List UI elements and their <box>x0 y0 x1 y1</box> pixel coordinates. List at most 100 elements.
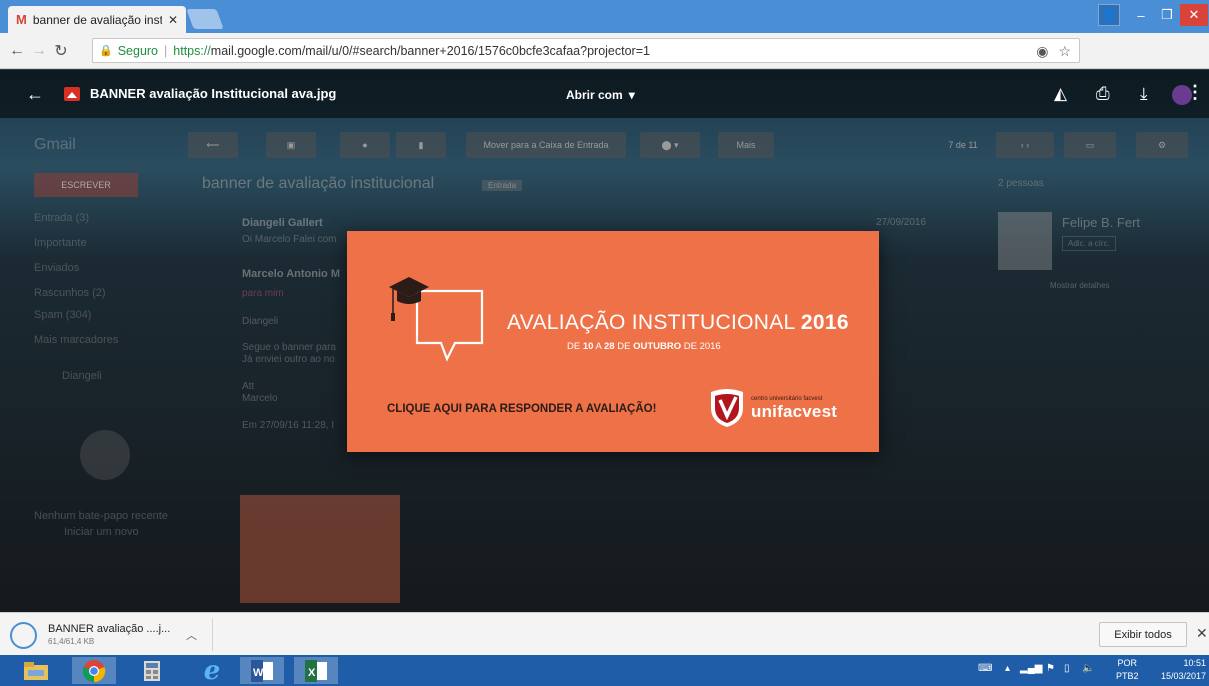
banner-title: AVALIAÇÃO INSTITUCIONAL 2016 <box>507 311 849 335</box>
unifacvest-shield-icon <box>711 389 743 427</box>
battery-icon[interactable]: ▯ <box>1064 663 1070 674</box>
back-arrow-icon[interactable]: ← <box>6 42 28 60</box>
gmail-favicon-icon: M <box>16 12 27 27</box>
sidebar-item-drafts[interactable]: Rascunhos (2) <box>34 287 106 299</box>
reply-button[interactable]: ⟵ <box>188 132 238 158</box>
chrome-icon[interactable] <box>72 657 116 684</box>
date-of: DE <box>617 341 631 352</box>
date-month: OUTUBRO <box>633 341 682 352</box>
banner-title-text: AVALIAÇÃO INSTITUCIONAL <box>507 311 795 334</box>
secure-label: Seguro <box>117 43 159 58</box>
gmail-logo[interactable]: Gmail <box>34 136 76 154</box>
date-prefix: DE <box>567 341 581 352</box>
sidebar-item-spam[interactable]: Spam (304) <box>34 309 91 321</box>
action-center-flag-icon[interactable]: ⚑ <box>1046 663 1055 674</box>
people-header: 2 pessoas <box>998 178 1044 189</box>
word-icon[interactable]: W <box>240 657 284 684</box>
graduation-cap-icon <box>389 277 484 362</box>
address-toolbar: ← → ↻ 🔒 Seguro | https://mail.google.com… <box>0 33 1209 91</box>
body-line: Em 27/09/16 11:28, I <box>242 420 335 431</box>
view-site-info-icon[interactable]: ◉ <box>1036 43 1048 60</box>
excel-icon[interactable]: X <box>294 657 338 684</box>
sidebar-item-important[interactable]: Importante <box>34 237 87 249</box>
download-size: 61,4/61,4 KB <box>48 637 95 646</box>
add-to-circles-button[interactable]: Adic. a círc. <box>1062 236 1116 251</box>
hangouts-quote-icon <box>80 430 130 480</box>
message-counter: 7 de 11 <box>948 140 978 150</box>
message-date: 27/09/2016 <box>876 217 927 228</box>
url-text: mail.google.com/mail/u/0/#search/banner+… <box>210 43 650 58</box>
windows-taskbar: e W X ⌨ ▴ ▂▄▆ ⚑ ▯ 🔈 POR PTB2 10:51 15/03… <box>0 655 1209 686</box>
delete-button[interactable]: ▮ <box>396 132 446 158</box>
message-recipient[interactable]: para mim <box>242 288 284 299</box>
new-tab-button[interactable] <box>186 9 224 29</box>
close-window-button[interactable]: ✕ <box>1180 4 1208 26</box>
labels-button[interactable]: ⬤ ▾ <box>640 132 700 158</box>
body-line: Já enviei outro ao no <box>242 354 335 365</box>
hangouts-start-link[interactable]: Iniciar um novo <box>64 526 139 538</box>
clock-date: 15/03/2017 <box>1160 671 1206 681</box>
input-tools-button[interactable]: ▭ <box>1064 132 1116 158</box>
network-signal-icon[interactable]: ▂▄▆ <box>1020 663 1042 674</box>
show-details-link[interactable]: Mostrar detalhes <box>1050 281 1110 290</box>
settings-gear-icon[interactable]: ⚙ <box>1136 132 1188 158</box>
sidebar-item-more-labels[interactable]: Mais marcadores <box>34 334 118 346</box>
browser-tab[interactable]: M banner de avaliação insti ✕ <box>8 6 186 33</box>
internet-explorer-icon[interactable]: e <box>190 656 234 686</box>
more-options-icon[interactable]: ⋮ <box>1186 82 1204 103</box>
keyboard-layout: PTB2 <box>1116 671 1139 681</box>
date-connector: A <box>595 341 602 352</box>
inbox-label-badge[interactable]: Entrada <box>482 180 523 191</box>
minimize-button[interactable]: – <box>1128 4 1154 26</box>
hangouts-contact[interactable]: Diangeli <box>62 370 102 382</box>
older-newer-buttons[interactable]: ‹ › <box>996 132 1054 158</box>
tab-close-icon[interactable]: ✕ <box>168 13 178 27</box>
hangouts-empty-text: Nenhum bate-papo recente <box>34 510 168 522</box>
archive-button[interactable]: ▣ <box>266 132 316 158</box>
divider <box>212 618 213 651</box>
open-with-label: Abrir com <box>566 88 623 102</box>
attachment-thumbnail[interactable] <box>240 495 400 603</box>
download-progress-icon <box>10 622 37 649</box>
clock-time: 10:51 <box>1183 658 1206 668</box>
language-indicator[interactable]: POR PTB2 <box>1116 657 1139 683</box>
compose-button[interactable]: ESCREVER <box>34 173 138 197</box>
date-from: 10 <box>582 341 594 352</box>
chevron-down-icon: ▾ <box>628 88 635 102</box>
close-icon[interactable]: ✕ <box>1196 625 1208 642</box>
message-sender[interactable]: Marcelo Antonio M <box>242 268 340 280</box>
show-all-button[interactable]: Exibir todos <box>1099 622 1187 647</box>
keyboard-icon[interactable]: ⌨ <box>978 663 992 674</box>
show-hidden-icons-icon[interactable]: ▴ <box>1005 663 1010 674</box>
calculator-icon[interactable] <box>130 657 174 684</box>
report-spam-button[interactable]: ● <box>340 132 390 158</box>
move-to-inbox-button[interactable]: Mover para a Caixa de Entrada <box>466 132 626 158</box>
bookmark-star-icon[interactable]: ☆ <box>1058 43 1071 60</box>
system-clock[interactable]: 10:51 15/03/2017 <box>1160 657 1206 683</box>
profile-icon[interactable]: 👤 <box>1098 4 1120 26</box>
language-code: POR <box>1117 658 1138 668</box>
viewer-filename: BANNER avaliação Institucional ava.jpg <box>90 86 337 101</box>
print-icon[interactable]: ⎙ <box>1096 84 1110 104</box>
omnibox-actions: ◉ ☆ <box>1036 43 1071 60</box>
tab-title: banner de avaliação insti <box>32 12 162 27</box>
url-input[interactable]: 🔒 Seguro | https://mail.google.com/mail/… <box>92 38 1080 63</box>
viewer-back-icon[interactable]: ← <box>26 84 44 105</box>
more-button[interactable]: Mais <box>718 132 774 158</box>
download-icon[interactable]: ⤓ <box>1140 84 1148 104</box>
sidebar-item-inbox[interactable]: Entrada (3) <box>34 212 89 224</box>
avatar <box>998 212 1052 270</box>
person-name[interactable]: Felipe B. Fert <box>1062 215 1140 230</box>
forward-arrow-icon[interactable]: → <box>28 42 50 60</box>
download-filename[interactable]: BANNER avaliação ....j... <box>48 623 170 635</box>
message-sender[interactable]: Diangeli Gallert <box>242 217 323 229</box>
volume-icon[interactable]: 🔈 <box>1082 663 1094 674</box>
chevron-up-icon[interactable]: ︿ <box>186 627 197 643</box>
reload-icon[interactable]: ↻ <box>50 41 72 61</box>
add-to-drive-icon[interactable]: ◭ <box>1054 84 1067 104</box>
maximize-button[interactable]: ❐ <box>1154 4 1180 26</box>
image-preview[interactable]: AVALIAÇÃO INSTITUCIONAL 2016 DE 10 A 28 … <box>347 231 879 452</box>
file-explorer-icon[interactable] <box>14 657 58 684</box>
sidebar-item-sent[interactable]: Enviados <box>34 262 79 274</box>
open-with-button[interactable]: Abrir com ▾ <box>566 82 635 108</box>
